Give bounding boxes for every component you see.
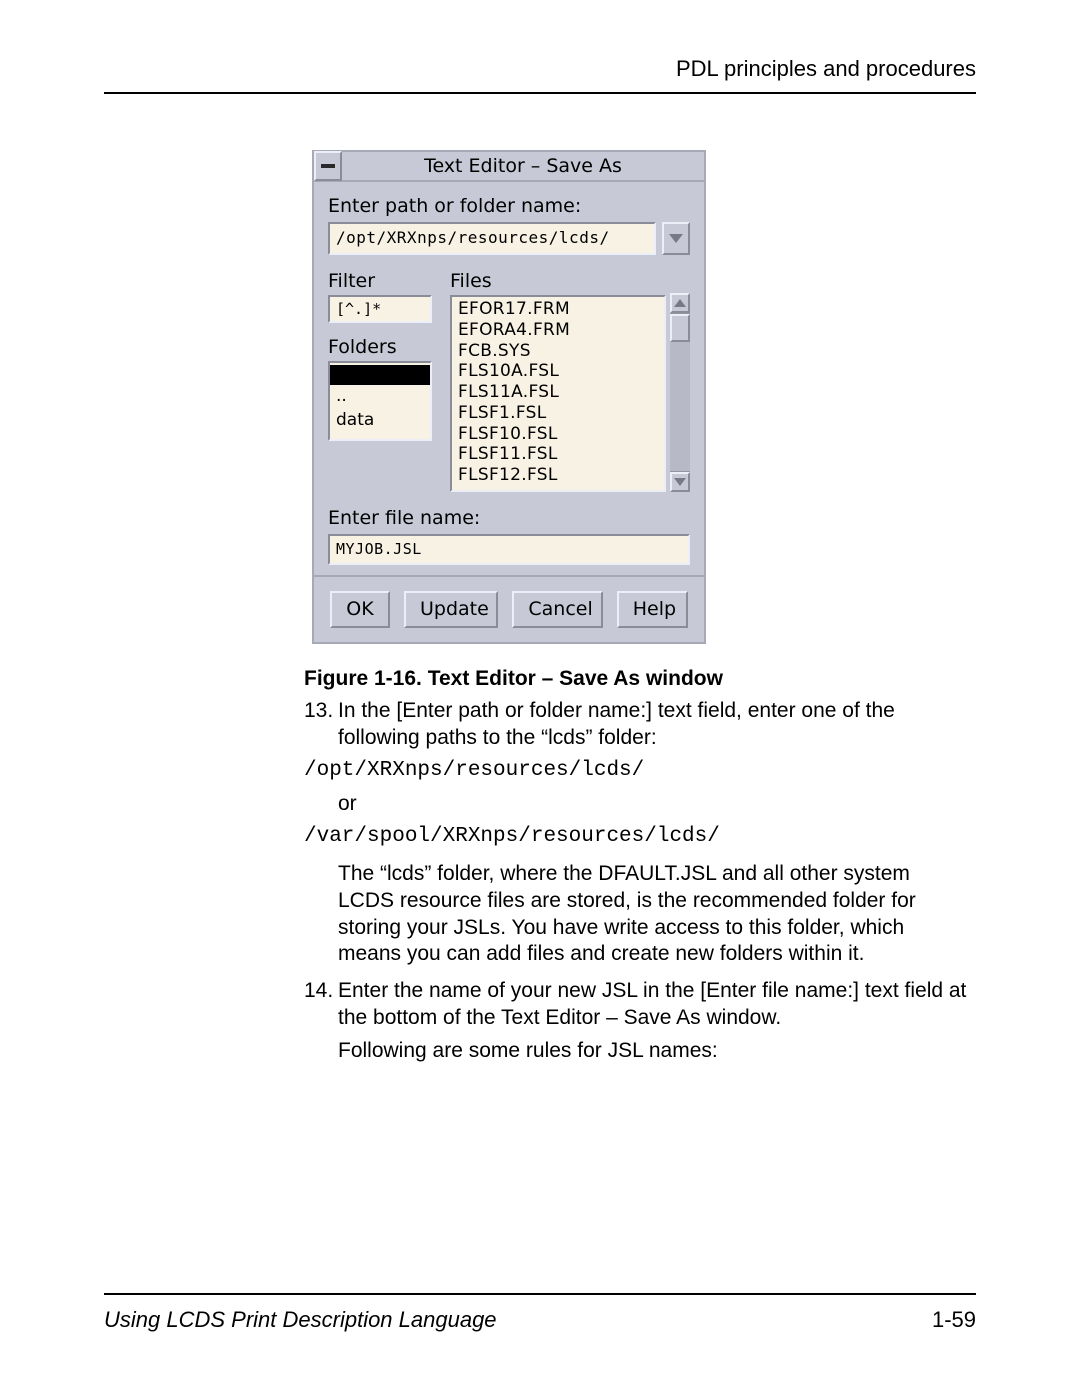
list-item[interactable]: FLS11A.FSL xyxy=(452,382,664,403)
folder-item[interactable]: data xyxy=(330,409,430,433)
scroll-thumb[interactable] xyxy=(670,314,690,342)
files-scrollbar[interactable] xyxy=(670,269,690,492)
list-item[interactable]: FCB.SYS xyxy=(452,341,664,362)
step-number: 13. xyxy=(304,698,338,752)
window-menu-icon[interactable] xyxy=(314,151,342,181)
list-item[interactable]: FLSF1.FSL xyxy=(452,403,664,424)
body-text: Following are some rules for JSL names: xyxy=(338,1038,968,1065)
step-number: 14. xyxy=(304,978,338,1032)
path-input[interactable]: /opt/XRXnps/resources/lcds/ xyxy=(328,222,656,254)
footer-page-number: 1-59 xyxy=(932,1307,976,1333)
help-button[interactable]: Help xyxy=(617,591,688,627)
step-text: Enter the name of your new JSL in the [E… xyxy=(338,978,968,1032)
list-item[interactable]: FLSF11.FSL xyxy=(452,444,664,465)
list-item[interactable]: FLSF12.FSL xyxy=(452,465,664,486)
scroll-up-icon[interactable] xyxy=(670,293,690,313)
scroll-track[interactable] xyxy=(670,313,690,472)
ok-button[interactable]: OK xyxy=(330,591,390,627)
section-header: PDL principles and procedures xyxy=(104,56,976,94)
list-item[interactable]: EFORA4.FRM xyxy=(452,320,664,341)
scroll-down-icon[interactable] xyxy=(670,472,690,492)
figure-dialog-screenshot: Text Editor – Save As Enter path or fold… xyxy=(312,150,968,644)
filter-input[interactable]: [^.]* xyxy=(328,295,432,323)
update-button[interactable]: Update xyxy=(404,591,498,627)
folders-label: Folders xyxy=(328,335,440,359)
dialog-title: Text Editor – Save As xyxy=(342,154,704,178)
path-label: Enter path or folder name: xyxy=(328,194,690,218)
cancel-button[interactable]: Cancel xyxy=(512,591,602,627)
filename-label: Enter file name: xyxy=(328,506,690,530)
step-text: In the [Enter path or folder name:] text… xyxy=(338,698,968,752)
filter-label: Filter xyxy=(328,269,440,293)
body-text: The “lcds” folder, where the DFAULT.JSL … xyxy=(338,861,968,969)
files-list[interactable]: EFOR17.FRM EFORA4.FRM FCB.SYS FLS10A.FSL… xyxy=(450,295,666,492)
chevron-down-icon xyxy=(669,234,683,243)
folders-list[interactable]: .. data xyxy=(328,361,432,441)
footer-book-title: Using LCDS Print Description Language xyxy=(104,1307,497,1333)
list-item[interactable]: FLS10A.FSL xyxy=(452,361,664,382)
figure-caption: Figure 1-16. Text Editor – Save As windo… xyxy=(304,666,968,693)
body-text: or xyxy=(338,791,968,818)
files-label: Files xyxy=(450,269,666,293)
folder-item-selected[interactable] xyxy=(330,365,430,385)
list-item[interactable]: EFOR17.FRM xyxy=(452,299,664,320)
folder-item[interactable]: .. xyxy=(330,385,430,409)
filename-input[interactable]: MYJOB.JSL xyxy=(328,534,690,565)
code-path: /var/spool/XRXnps/resources/lcds/ xyxy=(304,824,968,851)
path-dropdown-button[interactable] xyxy=(662,222,690,254)
code-path: /opt/XRXnps/resources/lcds/ xyxy=(304,758,968,785)
list-item[interactable]: FLSF10.FSL xyxy=(452,424,664,445)
